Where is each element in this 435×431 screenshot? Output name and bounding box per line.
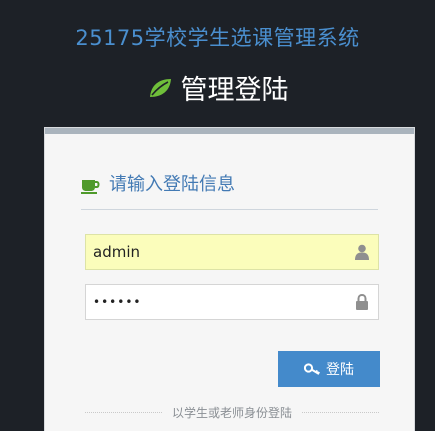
page-heading-label: 管理登陆 — [180, 75, 289, 106]
login-card-title: 请输入登陆信息 — [109, 174, 235, 195]
divider-right — [302, 411, 380, 413]
page-heading: 管理登陆 — [0, 68, 435, 107]
username-input[interactable] — [86, 235, 378, 269]
login-card-header: 请输入登陆信息 — [81, 174, 378, 210]
password-input[interactable] — [86, 285, 378, 319]
student-teacher-login-link[interactable]: 以学生或老师身份登陆 — [172, 404, 292, 421]
key-icon — [304, 363, 320, 375]
divider-left — [85, 411, 162, 413]
login-button-label: 登陆 — [326, 362, 354, 378]
coffee-cup-icon — [81, 180, 100, 194]
login-button[interactable]: 登陆 — [278, 351, 380, 387]
login-card: 请输入登陆信息 登陆 以学生或老师身份登陆 — [45, 128, 414, 431]
password-field-wrapper — [85, 284, 379, 320]
user-icon — [355, 244, 369, 260]
leaf-icon — [149, 78, 171, 97]
lock-icon — [356, 294, 368, 310]
app-title: 25175学校学生选课管理系统 — [75, 26, 360, 50]
username-field-wrapper — [85, 234, 379, 270]
alt-login-row: 以学生或老师身份登陆 — [85, 402, 380, 422]
